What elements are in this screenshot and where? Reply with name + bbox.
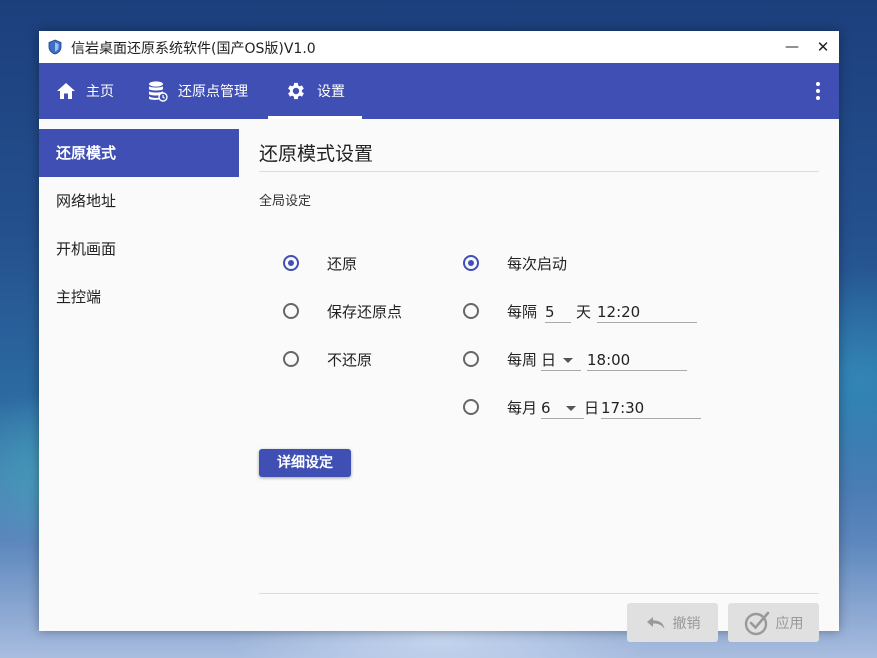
minimize-button[interactable]: —: [782, 37, 802, 57]
weekly-prefix: 每周: [507, 351, 538, 369]
sidebar: 还原模式 网络地址 开机画面 主控端: [39, 129, 239, 321]
group-label: 全局设定: [259, 194, 312, 209]
undo-button-label: 撤销: [672, 615, 701, 632]
tab-home-label: 主页: [86, 84, 114, 100]
month-day-select[interactable]: 6: [541, 397, 584, 419]
undo-icon: [646, 616, 664, 629]
home-icon: [57, 83, 75, 99]
chevron-down-icon: [563, 358, 573, 363]
chevron-down-icon: [566, 406, 576, 411]
app-window: 信岩桌面还原系统软件(国产OS版)V1.0 — ✕ 主页 还原点管理 设置 还原…: [39, 31, 839, 642]
tab-home[interactable]: 主页: [56, 63, 114, 119]
divider: [259, 593, 819, 594]
radio-restore-label: 还原: [327, 255, 358, 273]
every-n-days-time-field[interactable]: 12:20: [597, 301, 697, 323]
sidebar-item-controller[interactable]: 主控端: [39, 273, 239, 321]
detail-settings-button[interactable]: 详细设定: [259, 449, 351, 477]
radio-every-boot-label: 每次启动: [507, 255, 568, 273]
tab-restore-points-label: 还原点管理: [178, 84, 248, 100]
window-title: 信岩桌面还原系统软件(国产OS版)V1.0: [71, 41, 316, 57]
radio-no-restore[interactable]: [283, 351, 299, 367]
section-title: 还原模式设置: [259, 143, 374, 165]
radio-save-restore-point-label: 保存还原点: [327, 303, 403, 321]
radio-monthly[interactable]: [463, 399, 479, 415]
more-vert-icon[interactable]: [810, 79, 826, 103]
apply-button[interactable]: 应用: [728, 603, 819, 642]
weekly-time-field[interactable]: 18:00: [587, 349, 687, 371]
sidebar-item-boot-screen[interactable]: 开机画面: [39, 225, 239, 273]
apply-button-label: 应用: [775, 615, 804, 632]
divider: [259, 171, 819, 172]
radio-weekly[interactable]: [463, 351, 479, 367]
radio-every-n-days[interactable]: [463, 303, 479, 319]
radio-every-boot[interactable]: [463, 255, 479, 271]
month-day-select-value: 6: [541, 399, 551, 417]
active-tab-indicator: [268, 116, 362, 119]
close-button[interactable]: ✕: [813, 37, 833, 57]
weekday-select-value: 日: [541, 351, 557, 369]
radio-save-restore-point[interactable]: [283, 303, 299, 319]
every-n-days-prefix: 每隔: [507, 303, 538, 321]
shield-app-icon: [48, 39, 62, 55]
weekday-select[interactable]: 日: [541, 349, 581, 371]
nav-bar: 主页 还原点管理 设置: [39, 63, 839, 119]
tab-restore-points[interactable]: 还原点管理: [148, 63, 248, 119]
days-interval-field[interactable]: 5: [545, 301, 571, 323]
radio-restore[interactable]: [283, 255, 299, 271]
undo-button[interactable]: 撤销: [627, 603, 718, 642]
database-icon: [149, 81, 168, 102]
tab-settings[interactable]: 设置: [268, 63, 362, 119]
sidebar-item-network-address[interactable]: 网络地址: [39, 177, 239, 225]
days-unit-label: 天: [576, 303, 592, 321]
gear-icon: [288, 82, 304, 100]
check-circle-icon: [744, 611, 769, 635]
monthly-time-field[interactable]: 17:30: [601, 397, 701, 419]
tab-settings-label: 设置: [317, 84, 345, 100]
radio-no-restore-label: 不还原: [327, 351, 373, 369]
monthly-prefix: 每月: [507, 399, 538, 417]
sidebar-item-restore-mode[interactable]: 还原模式: [39, 129, 239, 177]
title-bar: 信岩桌面还原系统软件(国产OS版)V1.0 — ✕: [39, 31, 839, 63]
month-day-unit-label: 日: [584, 399, 600, 417]
